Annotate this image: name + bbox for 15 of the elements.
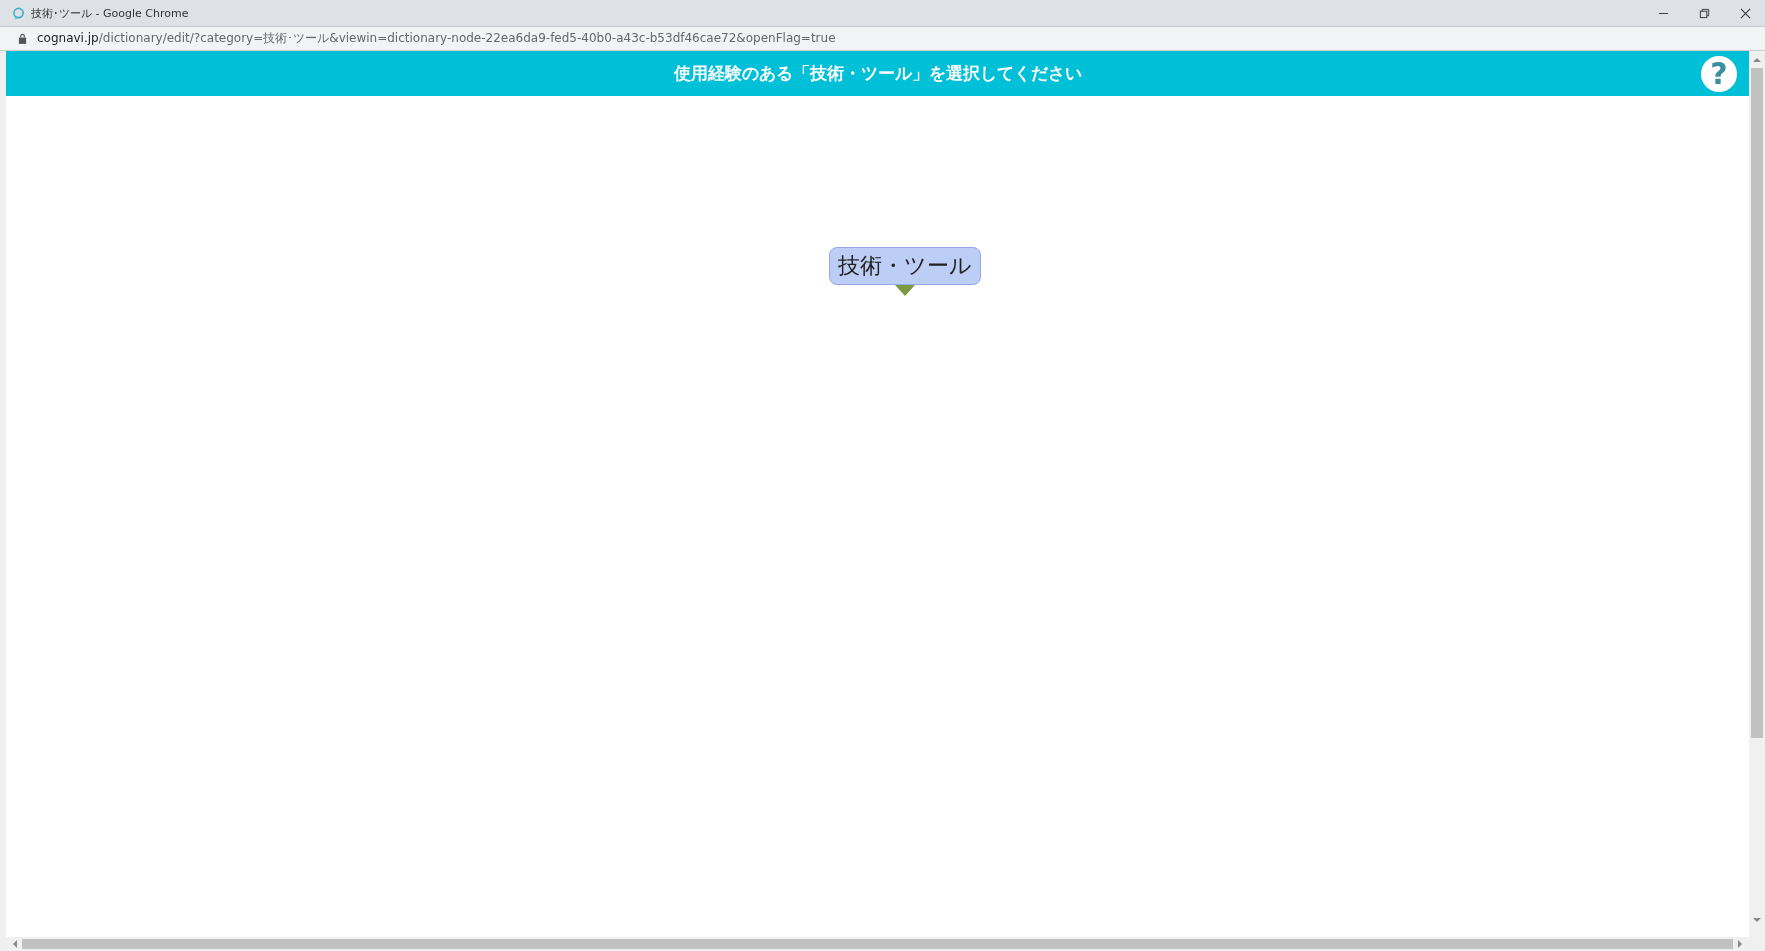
header-title: 使用経験のある「技術・ツール」を選択してください — [673, 62, 1082, 85]
scroll-down-icon[interactable] — [1753, 917, 1761, 923]
restore-icon[interactable] — [1699, 7, 1710, 19]
vertical-scrollbar-thumb[interactable] — [1751, 68, 1763, 738]
node-label[interactable]: 技術・ツール — [829, 247, 981, 285]
horizontal-scrollbar-thumb[interactable] — [22, 939, 1733, 949]
browser-logo-icon — [12, 6, 25, 20]
close-icon[interactable] — [1740, 7, 1751, 19]
scroll-left-icon[interactable] — [12, 940, 18, 948]
window-title: 技術･ツール - Google Chrome — [31, 5, 189, 21]
help-button[interactable]: ? — [1701, 56, 1737, 92]
scroll-up-icon[interactable] — [1753, 57, 1761, 63]
lock-icon — [18, 33, 27, 44]
expand-triangle-icon[interactable] — [895, 285, 915, 296]
scroll-right-icon[interactable] — [1737, 940, 1743, 948]
